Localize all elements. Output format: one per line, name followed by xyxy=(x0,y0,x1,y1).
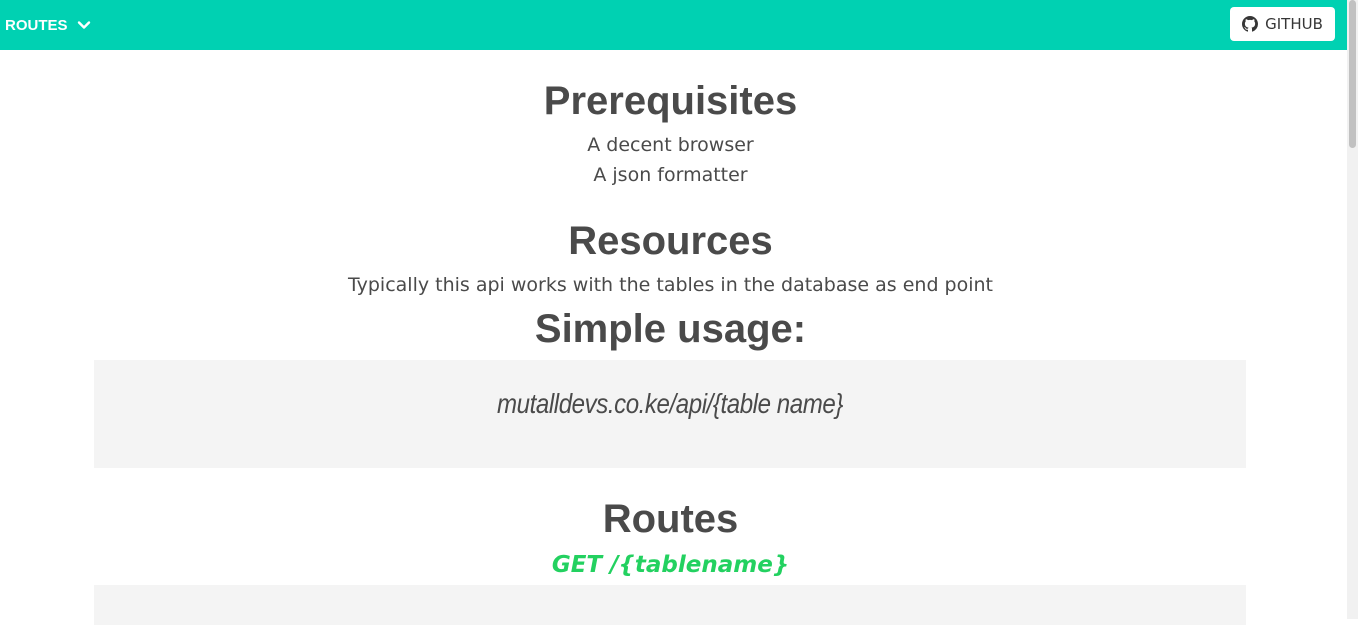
routes-dropdown[interactable]: ROUTES xyxy=(5,0,91,50)
top-navbar: ROUTES GITHUB xyxy=(0,0,1347,50)
route-get-tablename: GET /{tablename} xyxy=(551,552,790,578)
github-icon xyxy=(1242,16,1259,32)
github-button-label: GITHUB xyxy=(1265,15,1323,33)
route-description-box xyxy=(94,585,1246,625)
resources-heading: Resources xyxy=(568,219,773,263)
resources-description: Typically this api works with the tables… xyxy=(347,274,994,296)
usage-example-box: mutalldevs.co.ke/api/{table name} xyxy=(94,360,1246,468)
prerequisite-item: A json formatter xyxy=(593,164,748,186)
chevron-down-icon xyxy=(77,18,91,32)
github-button[interactable]: GITHUB xyxy=(1230,7,1335,41)
prerequisites-heading: Prerequisites xyxy=(543,79,798,123)
usage-example-text: mutalldevs.co.ke/api/{table name} xyxy=(497,388,843,419)
prerequisite-item: A decent browser xyxy=(587,134,754,156)
routes-heading: Routes xyxy=(602,497,739,541)
page-scrollbar[interactable] xyxy=(1347,0,1358,619)
scrollbar-thumb[interactable] xyxy=(1349,0,1356,148)
simple-usage-heading: Simple usage: xyxy=(534,307,807,351)
routes-dropdown-label: ROUTES xyxy=(5,16,68,34)
